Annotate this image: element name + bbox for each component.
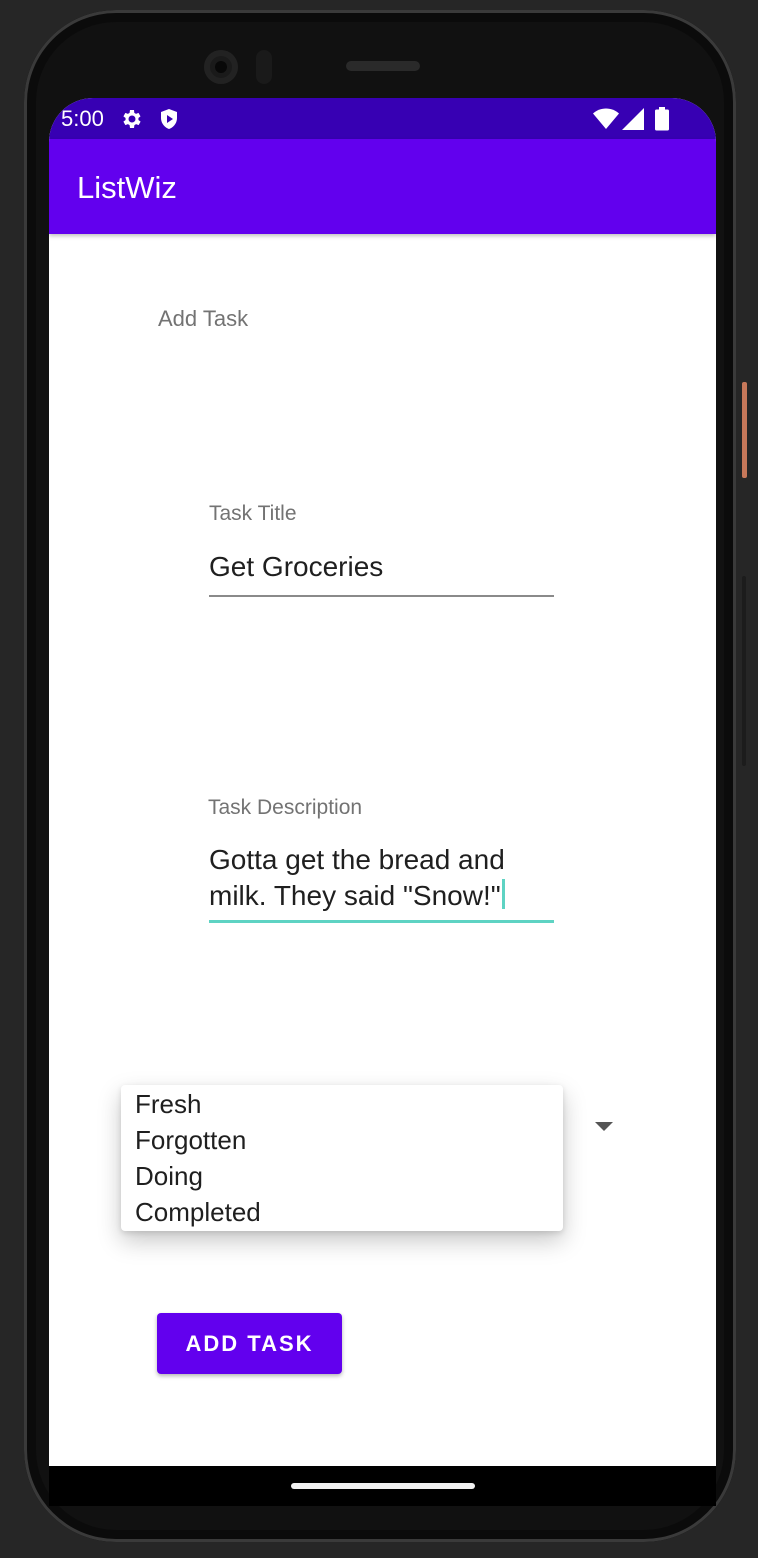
front-camera xyxy=(204,50,238,84)
task-description-line1: Gotta get the bread and xyxy=(209,844,505,875)
dropdown-option-forgotten[interactable]: Forgotten xyxy=(135,1122,246,1158)
wifi-icon xyxy=(593,108,619,135)
screen: 5:00 ListWiz Add Task Task Title Get Gro… xyxy=(49,98,716,1466)
task-title-label: Task Title xyxy=(209,502,297,525)
dropdown-arrow-icon[interactable] xyxy=(595,1122,613,1131)
text-cursor xyxy=(501,879,505,909)
task-description-line2: milk. They said "Snow!" xyxy=(209,878,505,914)
volume-button xyxy=(742,576,746,766)
status-bar: 5:00 xyxy=(49,98,716,139)
status-time: 5:00 xyxy=(61,106,104,131)
dropdown-option-doing[interactable]: Doing xyxy=(135,1158,203,1194)
task-title-input[interactable]: Get Groceries xyxy=(209,544,554,598)
proximity-sensor xyxy=(256,50,272,84)
app-bar: ListWiz xyxy=(49,139,716,234)
task-title-underline xyxy=(209,595,554,597)
power-button xyxy=(742,382,747,478)
add-task-button[interactable]: ADD TASK xyxy=(157,1313,342,1374)
gear-icon xyxy=(119,107,143,136)
battery-icon xyxy=(654,107,670,136)
dropdown-option-completed[interactable]: Completed xyxy=(135,1194,261,1230)
dropdown-option-fresh[interactable]: Fresh xyxy=(135,1086,201,1122)
signal-icon xyxy=(621,108,645,135)
task-description-input[interactable]: Gotta get the bread and milk. They said … xyxy=(209,842,554,922)
task-description-label: Task Description xyxy=(208,796,363,819)
app-title: ListWiz xyxy=(77,170,177,205)
status-dropdown-menu: Fresh Forgotten Doing Completed xyxy=(121,1085,563,1231)
navigation-bar xyxy=(49,1466,716,1506)
task-description-line2-text: milk. They said "Snow!" xyxy=(209,880,501,911)
home-gesture-handle[interactable] xyxy=(291,1483,475,1489)
add-task-heading: Add Task xyxy=(158,306,249,331)
task-title-value: Get Groceries xyxy=(209,551,384,582)
shield-icon xyxy=(157,107,181,136)
task-description-underline xyxy=(209,920,554,923)
earpiece-speaker xyxy=(346,61,420,71)
